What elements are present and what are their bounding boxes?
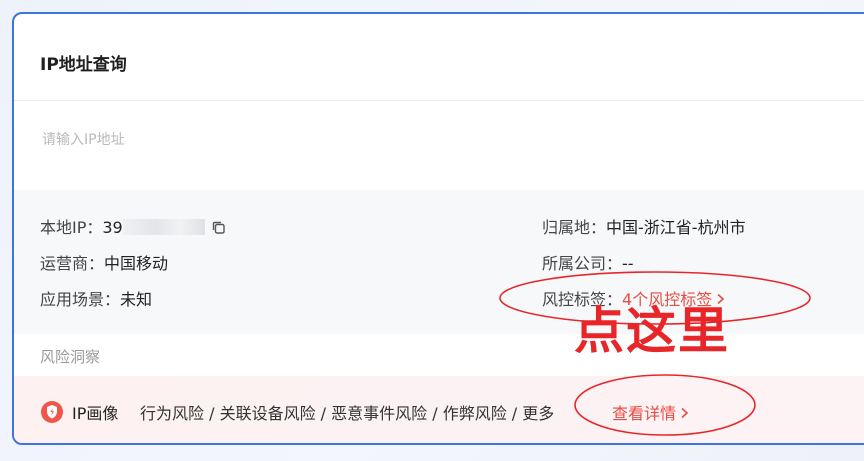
- risk-section-title: 风险洞察: [40, 348, 101, 366]
- company-row: 所属公司：--: [542, 250, 634, 274]
- ip-search-input[interactable]: [40, 131, 644, 149]
- local-ip-label: 本地IP：: [40, 218, 103, 237]
- company-value: --: [622, 254, 634, 273]
- ip-mask: [122, 219, 205, 235]
- isp-label: 运营商：: [40, 254, 105, 273]
- local-ip-value: 39: [102, 218, 123, 237]
- view-details-label: 查看详情: [612, 404, 677, 423]
- annotation-text: 点这里: [574, 302, 730, 360]
- divider: [14, 100, 864, 101]
- company-label: 所属公司：: [542, 254, 623, 273]
- chevron-right-icon: [680, 404, 689, 423]
- view-details-link[interactable]: 查看详情: [612, 400, 689, 424]
- isp-row: 运营商：中国移动: [40, 250, 168, 274]
- location-row: 归属地：中国-浙江省-杭州市: [542, 214, 746, 238]
- copy-icon[interactable]: [211, 220, 226, 239]
- isp-value: 中国移动: [104, 254, 169, 273]
- page-title: IP地址查询: [40, 55, 127, 75]
- ip-portrait-items: 行为风险 / 关联设备风险 / 恶意事件风险 / 作弊风险 / 更多: [140, 404, 555, 423]
- ip-query-card: IP地址查询 本地IP：39 运营商：中国移动 应用场景：未知 归属地：中国-浙…: [12, 12, 864, 445]
- location-value: 中国-浙江省-杭州市: [606, 218, 746, 237]
- scene-value: 未知: [120, 290, 153, 309]
- location-label: 归属地：: [542, 218, 607, 237]
- shield-icon: [40, 400, 64, 428]
- scene-row: 应用场景：未知: [40, 286, 152, 310]
- ip-portrait-title: IP画像: [72, 404, 119, 423]
- scene-label: 应用场景：: [40, 290, 121, 309]
- local-ip-row: 本地IP：39: [40, 214, 226, 239]
